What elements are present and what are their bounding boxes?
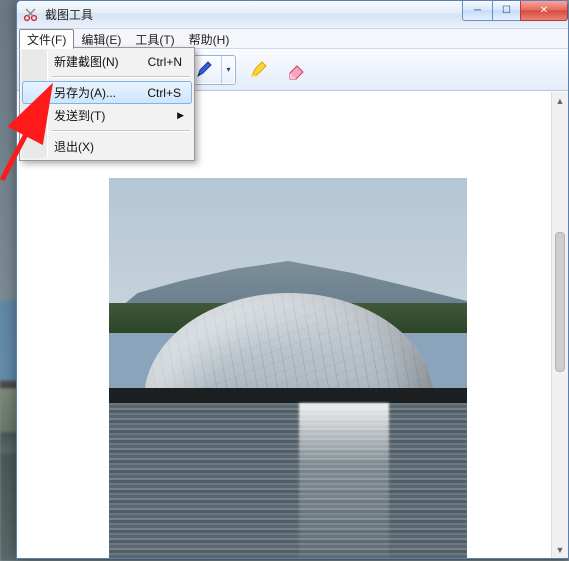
menu-separator — [52, 130, 190, 132]
close-icon: ✕ — [540, 5, 548, 16]
window-title: 截图工具 — [45, 6, 93, 23]
menu-file[interactable]: 文件(F) — [19, 29, 74, 49]
minimize-button[interactable]: ─ — [462, 1, 492, 21]
menu-item-new-snip[interactable]: 新建截图(N) Ctrl+N — [22, 50, 192, 73]
minimize-icon: ─ — [474, 5, 481, 16]
menu-help[interactable]: 帮助(H) — [182, 29, 237, 48]
menu-item-shortcut: Ctrl+N — [148, 55, 182, 69]
menu-separator — [52, 76, 190, 78]
menu-item-save-as[interactable]: 另存为(A)... Ctrl+S — [22, 81, 192, 104]
eraser-button[interactable] — [280, 55, 312, 85]
menu-edit[interactable]: 编辑(E) — [74, 29, 128, 48]
highlighter-icon — [247, 59, 269, 81]
app-scissors-icon — [23, 7, 39, 23]
window-buttons: ─ ☐ ✕ — [462, 1, 568, 21]
scroll-up-arrow[interactable]: ▲ — [552, 92, 568, 109]
menubar: 文件(F) 编辑(E) 工具(T) 帮助(H) — [17, 29, 568, 49]
menu-item-label: 发送到(T) — [54, 107, 105, 124]
submenu-arrow-icon: ▶ — [177, 110, 184, 121]
pen-dropdown[interactable]: ▾ — [221, 56, 235, 84]
highlighter-button[interactable] — [242, 55, 274, 85]
menu-item-send-to[interactable]: 发送到(T) ▶ — [22, 104, 192, 127]
close-button[interactable]: ✕ — [520, 1, 568, 21]
menu-item-label: 新建截图(N) — [54, 53, 119, 70]
file-menu-dropdown: 新建截图(N) Ctrl+N 另存为(A)... Ctrl+S 发送到(T) ▶… — [19, 47, 195, 161]
captured-image — [109, 178, 467, 558]
menu-item-shortcut: Ctrl+S — [147, 86, 181, 100]
menu-item-label: 另存为(A)... — [54, 84, 116, 101]
snip-canvas[interactable]: ▲ ▼ — [17, 91, 568, 558]
vertical-scrollbar[interactable]: ▲ ▼ — [551, 92, 568, 558]
menu-item-label: 退出(X) — [54, 138, 94, 155]
maximize-button[interactable]: ☐ — [492, 1, 520, 21]
maximize-icon: ☐ — [502, 5, 511, 16]
menu-tools[interactable]: 工具(T) — [128, 29, 181, 48]
menu-item-exit[interactable]: 退出(X) — [22, 135, 192, 158]
titlebar[interactable]: 截图工具 ─ ☐ ✕ — [17, 1, 568, 29]
scroll-down-arrow[interactable]: ▼ — [552, 541, 568, 558]
scroll-thumb[interactable] — [555, 232, 565, 372]
eraser-icon — [285, 59, 307, 81]
